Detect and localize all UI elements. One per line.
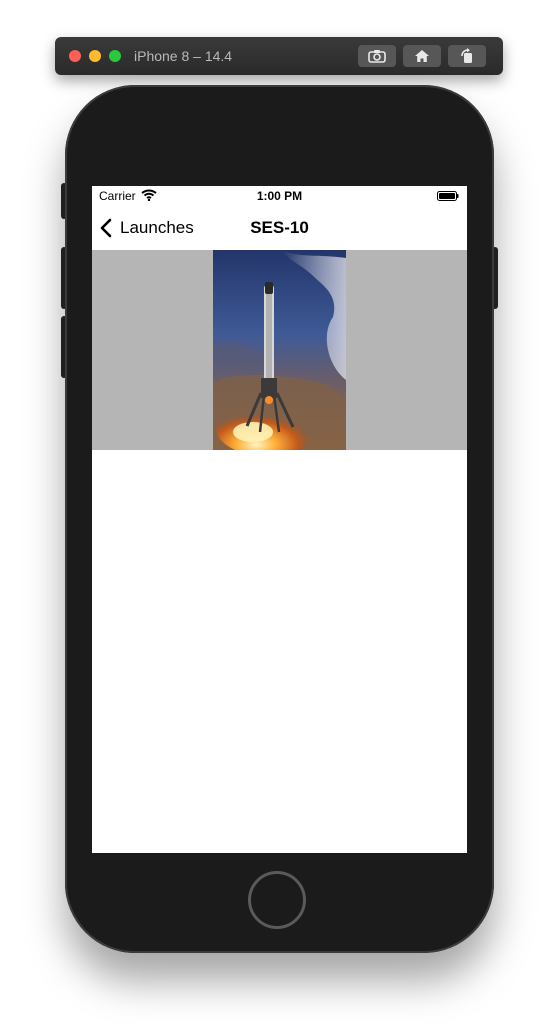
simulator-device-title: iPhone 8 – 14.4 bbox=[134, 48, 233, 64]
rotate-button[interactable] bbox=[448, 45, 486, 67]
rotate-icon bbox=[461, 48, 472, 63]
app-screen: Carrier 1:00 PM Launches SES-10 bbox=[92, 186, 467, 853]
device-home-button[interactable] bbox=[248, 871, 306, 929]
screenshot-button[interactable] bbox=[358, 45, 396, 67]
simulator-title-bar: iPhone 8 – 14.4 bbox=[55, 37, 503, 75]
rocket-landing-photo bbox=[213, 250, 346, 450]
close-window-button[interactable] bbox=[69, 50, 81, 62]
home-button[interactable] bbox=[403, 45, 441, 67]
minimize-window-button[interactable] bbox=[89, 50, 101, 62]
status-time: 1:00 PM bbox=[256, 189, 303, 203]
status-bar: Carrier 1:00 PM bbox=[92, 186, 467, 206]
camera-icon bbox=[368, 50, 386, 63]
navigation-bar: Launches SES-10 bbox=[92, 206, 467, 251]
page-title: SES-10 bbox=[250, 218, 309, 237]
launch-image-container bbox=[92, 250, 467, 450]
zoom-window-button[interactable] bbox=[109, 50, 121, 62]
battery-icon bbox=[437, 191, 459, 201]
home-icon bbox=[415, 50, 429, 62]
